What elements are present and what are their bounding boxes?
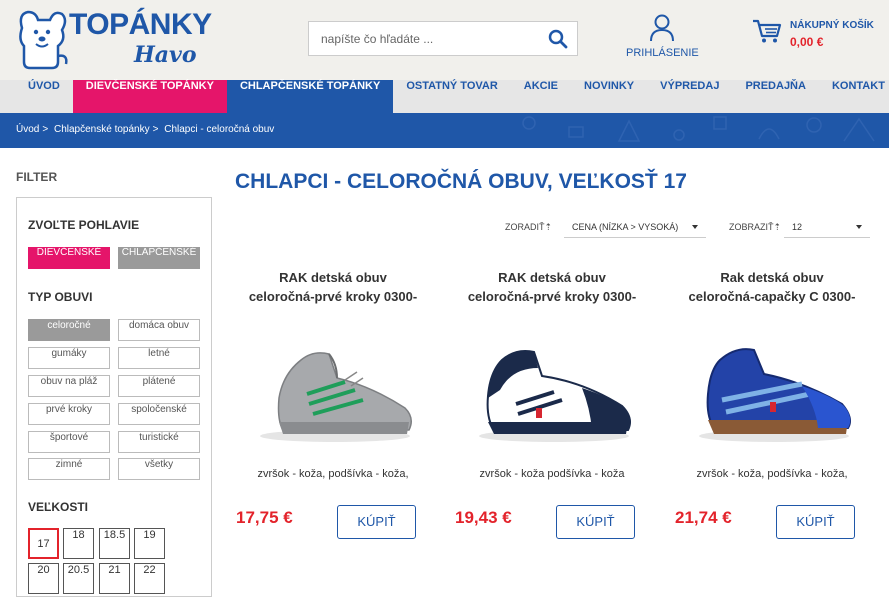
- shopping-cart-icon: [753, 19, 782, 43]
- page-title: CHLAPCI - CELOROČNÁ OBUV, VEĽKOSŤ 17: [235, 170, 687, 193]
- size-17[interactable]: 17: [28, 528, 59, 559]
- type-zimne[interactable]: zimné: [28, 458, 110, 480]
- breadcrumb-item: Chlapci - celoročná obuv: [164, 124, 275, 135]
- site-header: TOPÁNKY Havo PRIHLÁSENIE NÁKUPNÝ KOŠÍK 0…: [0, 0, 889, 80]
- filter-panel: ZVOĽTE POHLAVIE DIEVČENSKÉ CHLAPČENSKÉ T…: [16, 197, 212, 597]
- type-title: TYP OBUVI: [28, 290, 93, 304]
- product-name-line: celoročná-prvé kroky 0300-: [248, 289, 418, 304]
- cart-link[interactable]: NÁKUPNÝ KOŠÍK 0,00 €: [752, 18, 882, 58]
- type-turisticke[interactable]: turistické: [118, 431, 200, 453]
- product-price: 21,74 €: [675, 508, 732, 527]
- breadcrumb: Úvod > Chlapčenské topánky > Chlapci - cel…: [0, 113, 889, 148]
- size-19[interactable]: 19: [134, 528, 165, 559]
- search-box: [308, 21, 578, 56]
- breadcrumb-item[interactable]: Chlapčenské topánky: [54, 124, 150, 135]
- product-card[interactable]: RAK detská obuv celoročná-prvé kroky 030…: [447, 268, 657, 568]
- show-label-text: ZOBRAZIŤ: [729, 222, 774, 232]
- product-description: zvršok - koža, podšívka - koža,: [257, 468, 409, 480]
- product-image[interactable]: [692, 338, 857, 448]
- nav-item-novinky[interactable]: NOVINKY: [571, 80, 647, 113]
- buy-button[interactable]: KÚPIŤ: [776, 505, 855, 539]
- type-obuv-na-plaz[interactable]: obuv na pláž: [28, 375, 110, 397]
- size-18-5[interactable]: 18.5: [99, 528, 130, 559]
- gender-girls-button[interactable]: DIEVČENSKÉ: [28, 247, 110, 269]
- search-input[interactable]: [309, 22, 544, 55]
- product-name[interactable]: RAK detská obuv celoročná-prvé kroky 030…: [228, 268, 438, 306]
- size-21[interactable]: 21: [99, 563, 130, 594]
- dog-logo-icon: [19, 10, 68, 70]
- login-label: PRIHLÁSENIE: [626, 47, 699, 59]
- product-description: zvršok - koža, podšívka - koža,: [696, 468, 848, 480]
- product-image[interactable]: [472, 338, 637, 448]
- sort-label-text: ZORADIŤ: [505, 222, 545, 232]
- breadcrumb-trail: Úvod > Chlapčenské topánky > Chlapci - cel…: [16, 124, 277, 135]
- show-select[interactable]: 12: [784, 216, 870, 238]
- product-name-line: celoročná-prvé kroky 0300-: [467, 289, 637, 304]
- product-name-line: RAK detská obuv: [498, 270, 606, 285]
- size-18[interactable]: 18: [63, 528, 94, 559]
- nav-item-kontakt[interactable]: KONTAKT: [819, 80, 889, 113]
- type-celorocne[interactable]: celoročné: [28, 319, 110, 341]
- sort-label: ZORADIŤ⇡: [505, 222, 552, 233]
- nav-item-chlapcenske-topanky[interactable]: CHLAPČENSKÉ TOPÁNKY: [226, 80, 394, 113]
- buy-button[interactable]: KÚPIŤ: [556, 505, 635, 539]
- nav-item-predajna[interactable]: PREDAJŇA: [732, 80, 819, 113]
- login-link[interactable]: PRIHLÁSENIE: [626, 14, 699, 64]
- gender-boys-button[interactable]: CHLAPČENSKÉ: [118, 247, 200, 269]
- show-value: 12: [792, 222, 803, 232]
- product-name-line: RAK detská obuv: [279, 270, 387, 285]
- product-name-line: celoročná-capačky C 0300-: [688, 289, 856, 304]
- type-sportove[interactable]: športové: [28, 431, 110, 453]
- breadcrumb-separator: >: [42, 124, 49, 135]
- product-price: 17,75 €: [236, 508, 293, 527]
- type-vsetky[interactable]: všetky: [118, 458, 200, 480]
- cart-total: 0,00 €: [790, 35, 824, 49]
- nav-item-vypredaj[interactable]: VÝPREDAJ: [647, 80, 732, 113]
- user-icon: [650, 14, 674, 42]
- site-logo[interactable]: TOPÁNKY Havo: [14, 6, 212, 72]
- type-platene[interactable]: plátené: [118, 375, 200, 397]
- sort-arrows-icon: ⇡: [773, 222, 782, 232]
- logo-subtitle: Havo: [134, 42, 197, 68]
- main-nav: ÚVOD DIEVČENSKÉ TOPÁNKY CHLAPČENSKÉ TOPÁ…: [0, 80, 889, 113]
- decorative-pattern: [522, 116, 875, 142]
- product-card[interactable]: Rak detská obuv celoročná-capačky C 0300…: [667, 268, 877, 568]
- product-image[interactable]: [253, 338, 418, 448]
- caret-down-icon: [692, 225, 698, 229]
- type-spolocenske[interactable]: spoločenské: [118, 403, 200, 425]
- sizes-title: VEĽKOSTI: [28, 500, 89, 514]
- type-letne[interactable]: letné: [118, 347, 200, 369]
- size-20-5[interactable]: 20.5: [63, 563, 94, 594]
- show-label: ZOBRAZIŤ⇡: [729, 222, 781, 233]
- sort-arrows-icon: ⇡: [544, 222, 553, 232]
- logo-wordmark: TOPÁNKY: [69, 8, 212, 41]
- size-20[interactable]: 20: [28, 563, 59, 594]
- product-description: zvršok - koža podšívka - koža: [479, 468, 625, 480]
- product-card[interactable]: RAK detská obuv celoročná-prvé kroky 030…: [228, 268, 438, 568]
- type-gumaky[interactable]: gumáky: [28, 347, 110, 369]
- breadcrumb-item[interactable]: Úvod: [16, 124, 39, 135]
- product-name-line: Rak detská obuv: [720, 270, 824, 285]
- caret-down-icon: [856, 225, 862, 229]
- product-name[interactable]: Rak detská obuv celoročná-capačky C 0300…: [667, 268, 877, 306]
- filter-heading: FILTER: [16, 170, 58, 184]
- type-prve-kroky[interactable]: prvé kroky: [28, 403, 110, 425]
- breadcrumb-separator: >: [152, 124, 159, 135]
- gender-title: ZVOĽTE POHLAVIE: [28, 218, 140, 232]
- buy-button[interactable]: KÚPIŤ: [337, 505, 416, 539]
- nav-item-uvod[interactable]: ÚVOD: [0, 80, 73, 113]
- product-name[interactable]: RAK detská obuv celoročná-prvé kroky 030…: [447, 268, 657, 306]
- product-price: 19,43 €: [455, 508, 512, 527]
- nav-item-ostatny-tovar[interactable]: OSTATNÝ TOVAR: [393, 80, 510, 113]
- sort-value: CENA (NÍZKA > VYSOKÁ): [572, 222, 679, 232]
- sort-select[interactable]: CENA (NÍZKA > VYSOKÁ): [564, 216, 706, 238]
- nav-item-akcie[interactable]: AKCIE: [511, 80, 571, 113]
- type-domaca-obuv[interactable]: domáca obuv: [118, 319, 200, 341]
- search-icon[interactable]: [547, 28, 569, 50]
- nav-item-dievcenske-topanky[interactable]: DIEVČENSKÉ TOPÁNKY: [72, 80, 227, 113]
- cart-title: NÁKUPNÝ KOŠÍK: [790, 20, 874, 31]
- size-22[interactable]: 22: [134, 563, 165, 594]
